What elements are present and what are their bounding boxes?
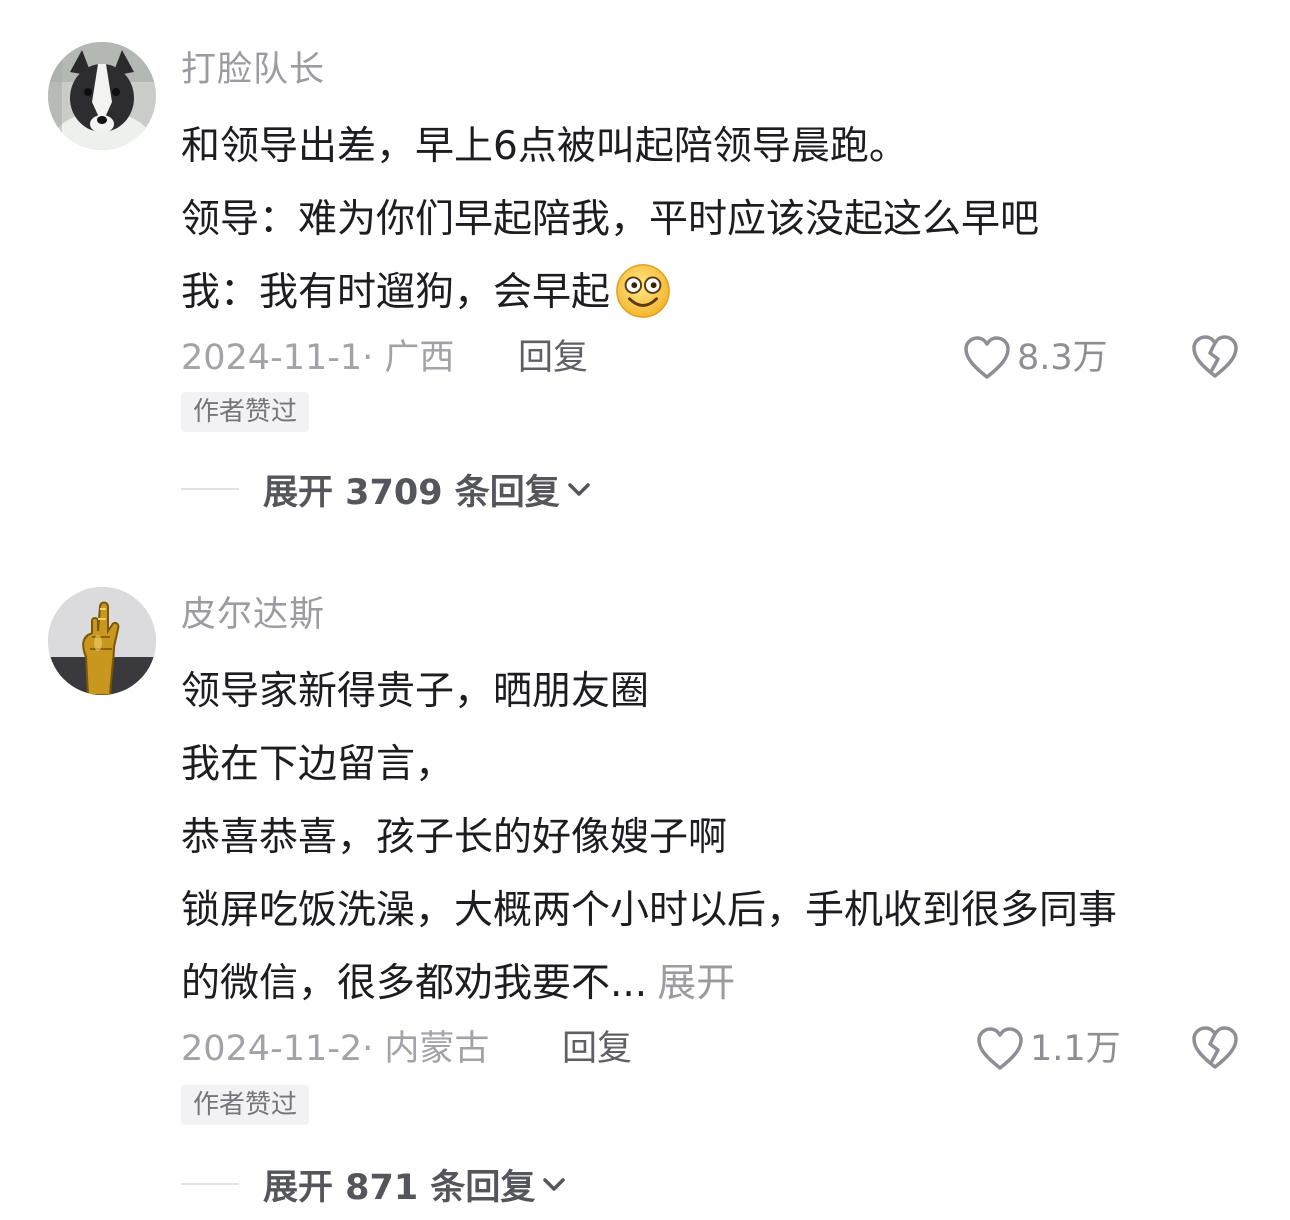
comment-meta: 2024-11-1· 广西 回复 8.3万: [181, 332, 1261, 384]
date-location: 2024-11-2· 内蒙古: [181, 1029, 490, 1069]
dislike-button[interactable]: [1191, 1025, 1239, 1086]
comment-text: 和领导出差，早上6点被叫起陪领导晨跑。 领导：难为你们早起陪我，平时应该没起这么…: [181, 110, 1261, 329]
comment-line-with-more: 的微信，很多都劝我要不... 展开: [181, 947, 1261, 1020]
comment-line: 的微信，很多都劝我要不...: [181, 961, 648, 1006]
expand-text-button[interactable]: 展开: [657, 961, 735, 1006]
comment-line-with-emoji: 我：我有时遛狗，会早起: [181, 256, 1261, 329]
author-liked-badge: 作者赞过: [181, 1085, 310, 1125]
date-location: 2024-11-1· 广西: [181, 338, 455, 378]
like-button[interactable]: 8.3万: [963, 332, 1108, 384]
broken-heart-icon: [1192, 335, 1238, 378]
comment-line: 领导：难为你们早起陪我，平时应该没起这么早吧: [181, 197, 1040, 242]
comment-line: 恭喜恭喜，孩子长的好像嫂子啊: [181, 815, 728, 860]
like-button[interactable]: 1.1万: [976, 1023, 1121, 1075]
heart-icon: [964, 336, 1010, 379]
divider: [181, 1183, 239, 1185]
chevron-down-icon: [568, 483, 590, 496]
author-liked-badge: 作者赞过: [181, 392, 310, 432]
reply-button[interactable]: 回复: [562, 1023, 632, 1075]
username[interactable]: 皮尔达斯: [181, 591, 325, 639]
reply-button[interactable]: 回复: [518, 332, 588, 384]
heart-icon: [977, 1027, 1023, 1070]
divider: [181, 488, 239, 490]
user-avatar[interactable]: [48, 42, 156, 150]
expand-replies-button[interactable]: 展开 3709 条回复: [181, 464, 592, 514]
user-avatar[interactable]: [48, 587, 156, 695]
comment-text: 领导家新得贵子，晒朋友圈 我在下边留言， 恭喜恭喜，孩子长的好像嫂子啊 锁屏吃饭…: [181, 655, 1261, 1020]
comment-line: 锁屏吃饭洗澡，大概两个小时以后，手机收到很多同事: [181, 888, 1118, 933]
expand-replies-button[interactable]: 展开 871 条回复: [181, 1159, 567, 1209]
expand-replies-label: 展开 871 条回复: [263, 1167, 536, 1208]
comment-meta: 2024-11-2· 内蒙古 回复 1.1万: [181, 1023, 1261, 1075]
username[interactable]: 打脸队长: [181, 46, 325, 94]
comment-line: 我：我有时遛狗，会早起: [181, 270, 611, 315]
chevron-down-icon: [543, 1178, 566, 1191]
like-count: 8.3万: [1017, 338, 1108, 378]
dislike-button[interactable]: [1191, 334, 1239, 395]
comment-line: 领导家新得贵子，晒朋友圈: [181, 669, 650, 714]
smiley-emoji-icon: [616, 263, 670, 318]
dog-avatar-icon: [48, 42, 156, 150]
broken-heart-icon: [1192, 1026, 1238, 1069]
comment-line: 和领导出差，早上6点被叫起陪领导晨跑。: [181, 124, 908, 169]
comment-line: 我在下边留言，: [181, 742, 455, 787]
golden-hand-avatar-icon: [48, 587, 156, 695]
expand-replies-label: 展开 3709 条回复: [263, 472, 560, 513]
like-count: 1.1万: [1030, 1029, 1121, 1069]
